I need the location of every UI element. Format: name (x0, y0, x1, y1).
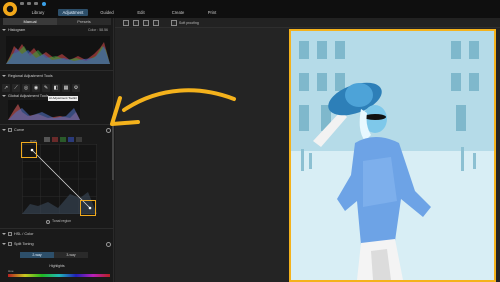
curve-white-point-highlight (80, 200, 96, 216)
hsl-header[interactable]: HSL / Color (0, 231, 114, 237)
grid-icon[interactable]: ▦ (62, 84, 70, 92)
pen-icon[interactable]: ✎ (42, 84, 50, 92)
grid-view-icon[interactable] (153, 20, 159, 26)
photo-content (291, 31, 494, 280)
back-icon[interactable] (20, 2, 24, 5)
tab-presets[interactable]: Presets (57, 18, 111, 25)
nav-item-print[interactable]: Print (200, 9, 224, 16)
green-channel-icon[interactable] (60, 137, 66, 142)
split-toning-title: Split Toning (14, 242, 34, 246)
curve-title: Curve (14, 128, 25, 132)
reset-split-toning-icon[interactable] (106, 242, 111, 247)
rgb-channel-icon[interactable] (44, 137, 50, 142)
viewer-toolbar: Soft proofing (115, 18, 500, 28)
histogram-header[interactable]: Histogram Color : 58.56 (0, 27, 114, 33)
global-mini-histogram (8, 100, 80, 120)
brush-icon[interactable]: ↗ (2, 84, 10, 92)
nav-item-guided[interactable]: Guided (94, 9, 120, 16)
regional-tools-header[interactable]: Regional Adjustment Tools (0, 73, 114, 79)
nav-item-adjustment[interactable]: Adjustment (58, 9, 88, 16)
histogram-graph (6, 36, 110, 64)
preview-photo[interactable] (289, 29, 496, 282)
nav-item-library[interactable]: Library (24, 9, 52, 16)
regional-tool-row: ↗ ⟋ ◎ ◉ ✎ ◧ ▦ ⚙ (2, 84, 112, 92)
menu-icon[interactable] (34, 2, 38, 5)
blue-channel-icon[interactable] (68, 137, 74, 142)
tonal-region-label: Tonal region (52, 219, 72, 223)
collapse-icon (2, 29, 6, 31)
curve-header[interactable]: Curve (0, 127, 114, 133)
settings-icon[interactable]: ⚙ (72, 84, 80, 92)
single-view-icon[interactable] (123, 20, 129, 26)
panel-scrollbar[interactable] (112, 120, 114, 180)
collapse-icon (2, 129, 6, 131)
curve-preset-icon[interactable] (76, 137, 82, 142)
collapse-icon (2, 233, 6, 235)
divider (0, 124, 114, 125)
global-tools-title: Global Adjustment Tools (8, 94, 49, 98)
histogram-title: Histogram (8, 28, 26, 32)
split-toning-2way[interactable]: 2-way (20, 252, 54, 258)
collapse-icon (2, 95, 6, 97)
radial-icon[interactable]: ◎ (22, 84, 30, 92)
split-toning-header[interactable]: Split Toning (0, 241, 114, 247)
collapse-icon (2, 243, 6, 245)
highlights-label: Highlights (49, 264, 65, 268)
collapse-icon (2, 75, 6, 77)
top-bar: Library Adjustment Guided Edit Create Pr… (0, 0, 500, 18)
divider (0, 228, 114, 229)
soft-proofing-label: Soft proofing (179, 21, 199, 25)
curve-black-point-highlight (21, 142, 37, 158)
panel-tabs: Manual Presets (3, 18, 111, 25)
app-logo-icon[interactable] (3, 2, 17, 16)
hue-slider[interactable] (8, 274, 110, 277)
divider (0, 70, 114, 71)
reset-curve-icon[interactable] (106, 128, 111, 133)
compare-view-icon[interactable] (133, 20, 139, 26)
eye-icon[interactable]: ◉ (32, 84, 40, 92)
status-dot-icon (42, 2, 46, 6)
eraser-icon[interactable]: ◧ (52, 84, 60, 92)
hue-label: Hue (8, 269, 14, 273)
nav-item-edit[interactable]: Edit (128, 9, 154, 16)
tab-manual[interactable]: Manual (3, 18, 57, 25)
split-view-icon[interactable] (143, 20, 149, 26)
soft-proofing-checkbox[interactable] (171, 20, 177, 26)
split-toning-3way[interactable]: 3-way (54, 252, 88, 258)
histogram-mode[interactable]: Color : 58.56 (88, 27, 108, 33)
quick-tools (20, 2, 38, 6)
forward-icon[interactable] (27, 2, 31, 5)
tonal-region-radio[interactable] (46, 220, 50, 224)
nav-item-create[interactable]: Create (164, 9, 192, 16)
regional-tools-title: Regional Adjustment Tools (8, 74, 53, 78)
hsl-title: HSL / Color (14, 232, 34, 236)
ai-toolkit-tooltip: AI Adjustment Toolkit (48, 96, 78, 101)
red-channel-icon[interactable] (52, 137, 58, 142)
gradient-icon[interactable]: ⟋ (12, 84, 20, 92)
curve-channel-tools (44, 137, 82, 142)
